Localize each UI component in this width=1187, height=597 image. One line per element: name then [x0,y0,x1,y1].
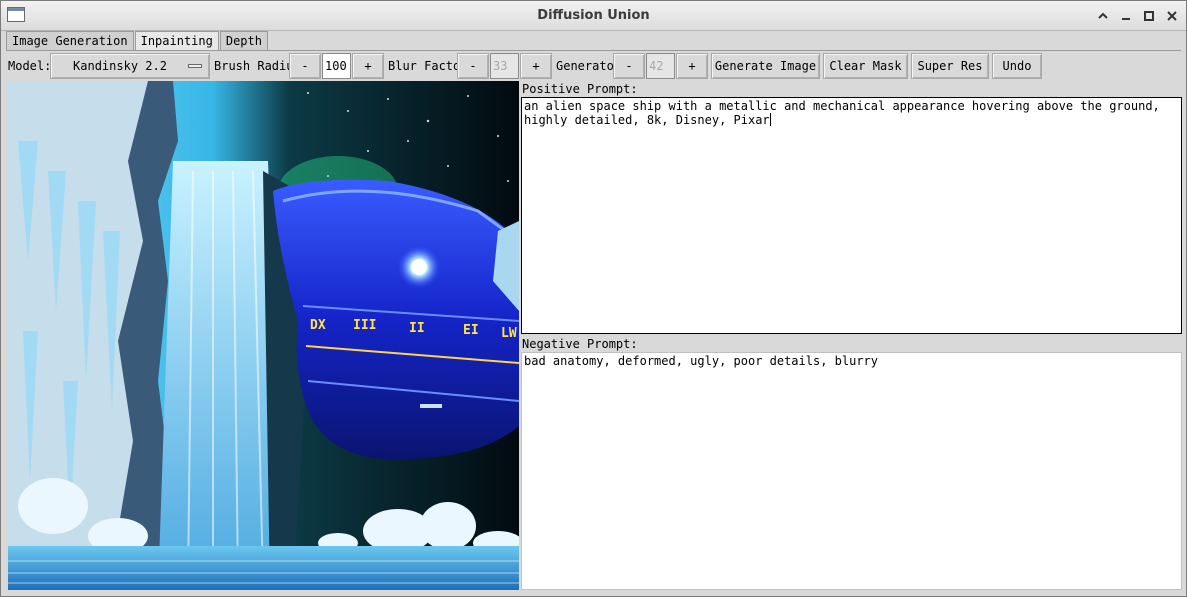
blur-factor-increment-button[interactable]: + [520,53,552,79]
generator-seed-input[interactable]: 42 [646,53,675,79]
brush-radius-label: Brush Radius [214,59,301,73]
brush-radius-input[interactable]: 100 [322,53,351,79]
ship-window-label: DX [310,318,326,333]
positive-prompt-textarea[interactable]: an alien space ship with a metallic and … [521,97,1182,334]
positive-prompt-label: Positive Prompt: [522,82,638,96]
maximize-icon[interactable] [1140,7,1158,25]
generator-increment-button[interactable]: + [676,53,708,79]
generator-label: Generator [556,59,622,73]
generator-decrement-button[interactable]: - [613,53,645,79]
brush-radius-decrement-button[interactable]: - [289,53,321,79]
tab-depth[interactable]: Depth [219,31,268,50]
undo-button[interactable]: Undo [992,53,1042,79]
title-bar: Diffusion Union [1,1,1186,31]
ship-window-label: EI [463,323,479,338]
ship-window-label: LW [501,326,517,341]
generated-image: DX III II EI LW [8,81,519,590]
minimize-icon[interactable] [1117,7,1135,25]
text-cursor [769,113,771,126]
app-window: Diffusion Union Image Generation Inpaint… [0,0,1187,597]
ship-window-label: II [409,321,425,336]
tab-inpainting[interactable]: Inpainting [134,31,219,51]
brush-radius-increment-button[interactable]: + [352,53,384,79]
clear-mask-button[interactable]: Clear Mask [823,53,908,79]
negative-prompt-label: Negative Prompt: [522,337,638,351]
model-select[interactable]: Kandinsky 2.2 [50,53,210,79]
bottom-edge [1,590,1186,596]
blur-factor-decrement-button[interactable]: - [457,53,489,79]
negative-prompt-text: bad anatomy, deformed, ugly, poor detail… [524,354,879,368]
generate-image-button[interactable]: Generate Image [711,53,820,79]
tab-image-generation[interactable]: Image Generation [6,31,134,50]
ship-window-label: III [353,318,376,333]
model-label: Model: [8,59,52,73]
close-icon[interactable] [1163,7,1181,25]
toolbar: Model: Kandinsky 2.2 Brush Radius - 100 … [1,53,1186,79]
positive-prompt-text: an alien space ship with a metallic and … [524,99,1167,127]
inpainting-canvas[interactable]: DX III II EI LW [8,81,519,590]
chevron-up-icon[interactable] [1094,7,1112,25]
negative-prompt-textarea[interactable]: bad anatomy, deformed, ugly, poor detail… [521,352,1182,590]
tab-divider [6,50,1181,51]
window-title: Diffusion Union [537,8,650,23]
dropdown-indicator-icon [188,64,202,68]
super-res-button[interactable]: Super Res [911,53,989,79]
model-select-value: Kandinsky 2.2 [73,59,167,73]
blur-factor-input[interactable]: 33 [490,53,519,79]
blur-factor-label: Blur Factor [388,59,468,73]
tab-bar: Image Generation Inpainting Depth [6,31,269,51]
